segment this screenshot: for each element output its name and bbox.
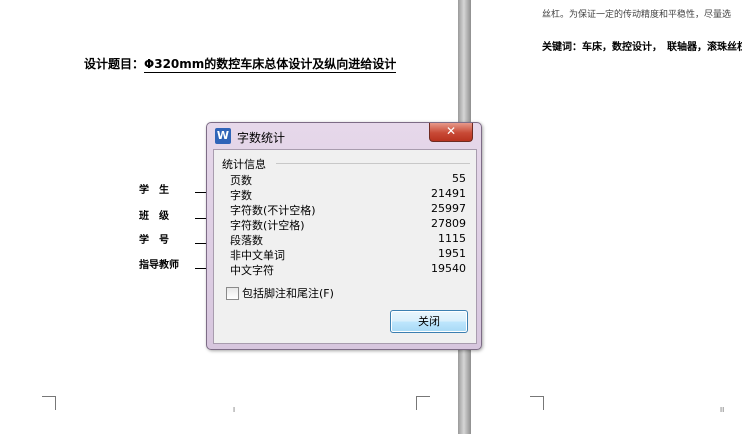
stat-label: 字数	[230, 189, 252, 202]
field-student: 学 生	[139, 185, 169, 196]
document-page-right: 丝杠。为保证一定的传动精度和平稳性，尽量选 关键词：车床，数控设计， 联轴器，滚…	[471, 0, 742, 434]
title-prefix: 设计题目：	[84, 57, 145, 71]
field-advisor: 指导教师	[139, 260, 179, 271]
stat-value: 1115	[438, 232, 466, 245]
stat-row-chars-with-spaces: 字符数(计空格) 27809	[230, 217, 466, 232]
page-number: I	[233, 406, 236, 414]
right-page-keywords: 关键词：车床，数控设计， 联轴器，滚珠丝杠	[542, 42, 742, 53]
stat-value: 21491	[431, 187, 466, 200]
include-footnotes-checkbox[interactable]	[226, 287, 239, 300]
wps-writer-icon: W	[215, 128, 231, 144]
title-topic: Φ320mm的数控车床总体设计及纵向进给设计	[144, 57, 397, 73]
stat-value: 1951	[438, 247, 466, 260]
stat-label: 中文字符	[230, 264, 274, 277]
page-corner-mark	[42, 396, 56, 410]
close-icon[interactable]: ✕	[429, 123, 473, 142]
stat-value: 25997	[431, 202, 466, 215]
group-label: 统计信息	[222, 156, 269, 172]
stat-row-chinese-chars: 中文字符 19540	[230, 262, 466, 277]
close-button[interactable]: 关闭	[390, 310, 468, 333]
stat-value: 55	[452, 172, 466, 185]
page-corner-mark	[530, 396, 544, 410]
field-class: 班 级	[139, 211, 169, 222]
include-footnotes-label[interactable]: 包括脚注和尾注(F)	[242, 285, 334, 301]
stat-row-pages: 页数 55	[230, 172, 466, 187]
stat-label: 非中文单词	[230, 249, 285, 262]
stat-row-non-chinese-words: 非中文单词 1951	[230, 247, 466, 262]
stat-row-chars-no-spaces: 字符数(不计空格) 25997	[230, 202, 466, 217]
stat-value: 27809	[431, 217, 466, 230]
stat-row-words: 字数 21491	[230, 187, 466, 202]
right-page-text: 丝杠。为保证一定的传动精度和平稳性，尽量选	[542, 10, 732, 20]
stat-row-paragraphs: 段落数 1115	[230, 232, 466, 247]
stat-value: 19540	[431, 262, 466, 275]
field-student-id: 学 号	[139, 235, 169, 246]
document-title: 设计题目：Φ320mm的数控车床总体设计及纵向进给设计	[84, 55, 397, 73]
dialog-titlebar[interactable]: W 字数统计 ✕	[207, 123, 481, 149]
stat-label: 段落数	[230, 234, 263, 247]
group-divider	[276, 163, 470, 164]
dialog-title: 字数统计	[237, 131, 286, 145]
stat-label: 字符数(不计空格)	[230, 204, 316, 217]
dialog-body: 统计信息 页数 55 字数 21491 字符数(不计空格) 25997 字符数(…	[213, 149, 477, 344]
stat-label: 页数	[230, 174, 252, 187]
word-count-dialog: W 字数统计 ✕ 统计信息 页数 55 字数 21491 字符数(不计空格) 2…	[206, 122, 482, 350]
stat-label: 字符数(计空格)	[230, 219, 305, 232]
page-number: II	[720, 406, 725, 414]
page-corner-mark	[416, 396, 430, 410]
